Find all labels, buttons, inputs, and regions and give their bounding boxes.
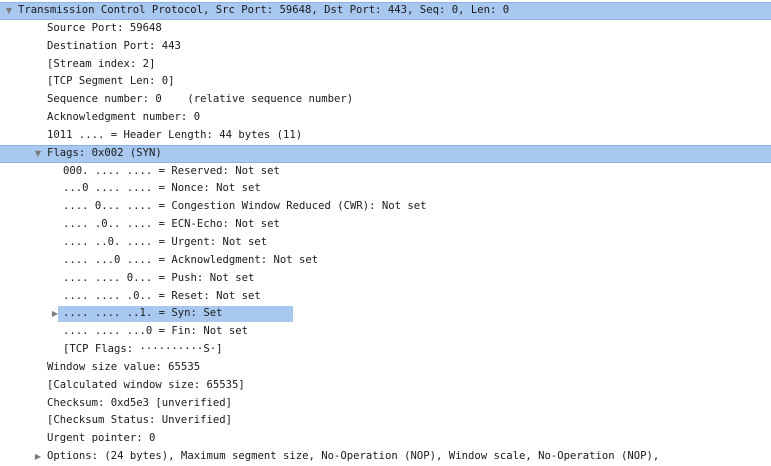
checksum-label: Checksum: 0xd5e3 [unverified] <box>47 396 232 409</box>
flag-item-label: .... .... ...0 = Fin: Not set <box>63 325 248 338</box>
tree-leaf-source-port[interactable]: Source Port: 59648 <box>0 20 771 38</box>
flag-item-label: .... ..0. .... = Urgent: Not set <box>63 235 268 248</box>
options-label: Options: (24 bytes), Maximum segment siz… <box>47 450 660 463</box>
flag-item-label: .... .... ..1. = Syn: Set <box>63 307 223 320</box>
window-size-label: Window size value: 65535 <box>47 360 201 373</box>
tree-leaf-ack-number[interactable]: Acknowledgment number: 0 <box>0 109 771 127</box>
tree-node-tcp[interactable]: ▼ Transmission Control Protocol, Src Por… <box>0 2 771 20</box>
flag-item-nonce[interactable]: ...0 .... .... = Nonce: Not set <box>0 180 771 198</box>
calc-window-size-label: [Calculated window size: 65535] <box>47 378 245 391</box>
tree-leaf-urgent-pointer[interactable]: Urgent pointer: 0 <box>0 430 771 448</box>
tree-leaf-sequence-number[interactable]: Sequence number: 0 (relative sequence nu… <box>0 91 771 109</box>
flag-item-label: .... 0... .... = Congestion Window Reduc… <box>63 200 427 213</box>
sequence-number-label: Sequence number: 0 (relative sequence nu… <box>47 93 354 106</box>
expanded-arrow-icon[interactable]: ▼ <box>33 145 43 163</box>
tree-node-options[interactable]: ▶ Options: (24 bytes), Maximum segment s… <box>0 448 771 466</box>
packet-details-tree: ▼ Transmission Control Protocol, Src Por… <box>0 2 771 466</box>
flag-item-syn-selected[interactable]: ▶ .... .... ..1. = Syn: Set <box>0 305 771 323</box>
header-length-label: 1011 .... = Header Length: 44 bytes (11) <box>47 128 303 141</box>
tree-node-flags[interactable]: ▼ Flags: 0x002 (SYN) <box>0 144 771 163</box>
collapsed-arrow-icon[interactable]: ▶ <box>50 305 60 323</box>
destination-port-label: Destination Port: 443 <box>47 39 181 52</box>
flag-item-label: .... .... .0.. = Reset: Not set <box>63 289 261 302</box>
collapsed-arrow-icon[interactable]: ▶ <box>33 448 43 466</box>
checksum-status-label: [Checksum Status: Unverified] <box>47 414 232 427</box>
flag-item-label: .... .... 0... = Push: Not set <box>63 271 255 284</box>
flag-item-fin[interactable]: .... .... ...0 = Fin: Not set <box>0 323 771 341</box>
flag-item-cwr[interactable]: .... 0... .... = Congestion Window Reduc… <box>0 198 771 216</box>
tree-leaf-destination-port[interactable]: Destination Port: 443 <box>0 38 771 56</box>
flag-item-tcp-flags-summary[interactable]: [TCP Flags: ··········S·] <box>0 341 771 359</box>
flag-item-label: .... ...0 .... = Acknowledgment: Not set <box>63 253 319 266</box>
urgent-pointer-label: Urgent pointer: 0 <box>47 432 156 445</box>
tree-leaf-stream-index[interactable]: [Stream index: 2] <box>0 56 771 74</box>
flag-item-reset[interactable]: .... .... .0.. = Reset: Not set <box>0 288 771 306</box>
tree-leaf-header-length[interactable]: 1011 .... = Header Length: 44 bytes (11) <box>0 127 771 145</box>
tree-leaf-checksum[interactable]: Checksum: 0xd5e3 [unverified] <box>0 395 771 413</box>
tree-leaf-checksum-status[interactable]: [Checksum Status: Unverified] <box>0 412 771 430</box>
flags-label: Flags: 0x002 (SYN) <box>47 146 162 159</box>
tree-leaf-segment-len[interactable]: [TCP Segment Len: 0] <box>0 73 771 91</box>
source-port-label: Source Port: 59648 <box>47 21 162 34</box>
flag-item-label: .... .0.. .... = ECN-Echo: Not set <box>63 218 280 231</box>
expanded-arrow-icon[interactable]: ▼ <box>4 2 14 20</box>
flag-item-urgent[interactable]: .... ..0. .... = Urgent: Not set <box>0 234 771 252</box>
flag-item-push[interactable]: .... .... 0... = Push: Not set <box>0 270 771 288</box>
flag-item-label: [TCP Flags: ··········S·] <box>63 343 223 356</box>
tcp-header-label: Transmission Control Protocol, Src Port:… <box>18 4 510 16</box>
tree-leaf-calc-window-size[interactable]: [Calculated window size: 65535] <box>0 377 771 395</box>
tree-leaf-window-size[interactable]: Window size value: 65535 <box>0 359 771 377</box>
flag-item-ecn-echo[interactable]: .... .0.. .... = ECN-Echo: Not set <box>0 216 771 234</box>
ack-number-label: Acknowledgment number: 0 <box>47 111 201 124</box>
segment-len-label: [TCP Segment Len: 0] <box>47 75 175 88</box>
flag-item-label: ...0 .... .... = Nonce: Not set <box>63 182 261 195</box>
stream-index-label: [Stream index: 2] <box>47 57 156 70</box>
flag-item-reserved[interactable]: 000. .... .... = Reserved: Not set <box>0 163 771 181</box>
flag-item-acknowledgment[interactable]: .... ...0 .... = Acknowledgment: Not set <box>0 252 771 270</box>
flag-item-label: 000. .... .... = Reserved: Not set <box>63 164 280 177</box>
